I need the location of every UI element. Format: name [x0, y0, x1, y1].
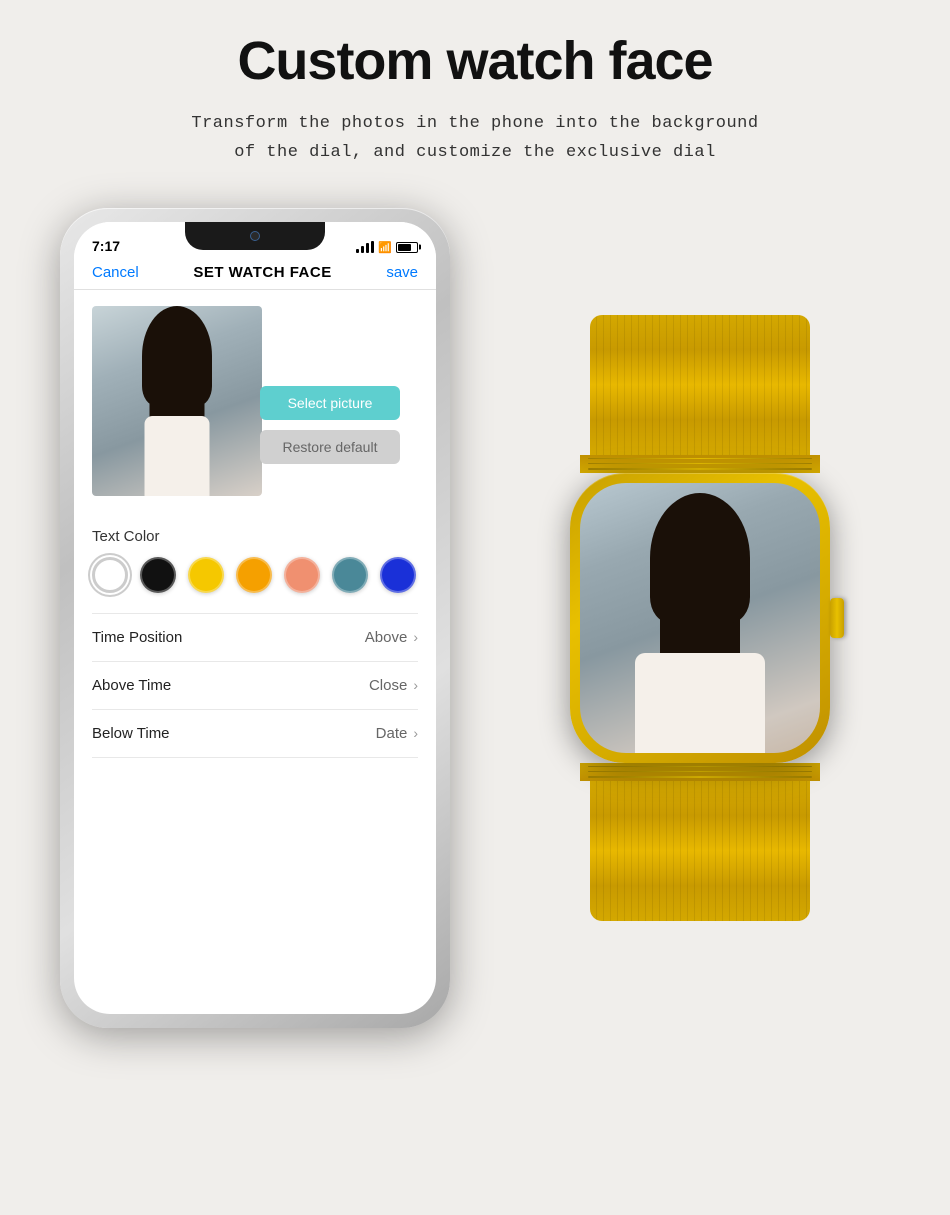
- watch-band-bottom: [590, 781, 810, 921]
- smartwatch: [510, 208, 890, 1028]
- app-content: Select picture Restore default Text Colo…: [74, 290, 436, 774]
- color-dot-blue[interactable]: [380, 557, 416, 593]
- save-button[interactable]: save: [386, 264, 418, 281]
- battery-icon: [396, 242, 418, 253]
- figure-body: [145, 416, 210, 496]
- settings-item-time-position[interactable]: Time Position Above ›: [92, 614, 418, 662]
- color-dot-orange[interactable]: [236, 557, 272, 593]
- page-subtitle: Transform the photos in the phone into t…: [191, 110, 758, 168]
- signal-icon: [356, 241, 374, 253]
- chevron-icon-3: ›: [413, 725, 418, 741]
- watch-connector-top: [580, 455, 820, 473]
- time-position-value: Above ›: [365, 629, 418, 646]
- page-title: Custom watch face: [237, 30, 712, 92]
- wifi-icon: 📶: [378, 241, 392, 254]
- settings-item-above-time[interactable]: Above Time Close ›: [92, 662, 418, 710]
- watch-body: [570, 473, 830, 763]
- color-dot-salmon[interactable]: [284, 557, 320, 593]
- cancel-button[interactable]: Cancel: [92, 264, 139, 281]
- app-title: SET WATCH FACE: [193, 264, 331, 281]
- page-container: Custom watch face Transform the photos i…: [0, 0, 950, 1215]
- below-time-value: Date ›: [376, 725, 418, 742]
- app-header: Cancel SET WATCH FACE save: [74, 258, 436, 290]
- color-dot-yellow[interactable]: [188, 557, 224, 593]
- watch-figure-body: [635, 653, 765, 753]
- devices-row: 7:17 📶: [0, 208, 950, 1028]
- chevron-icon: ›: [413, 629, 418, 645]
- below-time-label: Below Time: [92, 725, 170, 742]
- photo-preview: [92, 306, 262, 496]
- color-dots-row: [92, 557, 418, 593]
- time-position-label: Time Position: [92, 629, 182, 646]
- watch-figure-hair: [650, 493, 750, 623]
- watch-band-top: [590, 315, 810, 455]
- watch-connector-bottom: [580, 763, 820, 781]
- watch-screen: [580, 483, 820, 753]
- settings-item-below-time[interactable]: Below Time Date ›: [92, 710, 418, 758]
- status-time: 7:17: [92, 238, 120, 254]
- color-dot-black[interactable]: [140, 557, 176, 593]
- notch-camera: [250, 231, 260, 241]
- above-time-label: Above Time: [92, 677, 171, 694]
- phone: 7:17 📶: [60, 208, 450, 1028]
- chevron-icon-2: ›: [413, 677, 418, 693]
- figure-hair: [142, 306, 212, 406]
- color-dot-white[interactable]: [92, 557, 128, 593]
- text-color-label: Text Color: [92, 528, 418, 545]
- phone-screen: 7:17 📶: [74, 222, 436, 1014]
- settings-list: Time Position Above › Above Time Close ›: [92, 613, 418, 758]
- phone-notch: [185, 222, 325, 250]
- restore-default-button[interactable]: Restore default: [260, 430, 400, 464]
- above-time-value: Close ›: [369, 677, 418, 694]
- photo-buttons: Select picture Restore default: [260, 386, 400, 464]
- status-icons: 📶: [356, 241, 418, 254]
- watch-crown: [830, 598, 844, 638]
- select-picture-button[interactable]: Select picture: [260, 386, 400, 420]
- color-dot-teal[interactable]: [332, 557, 368, 593]
